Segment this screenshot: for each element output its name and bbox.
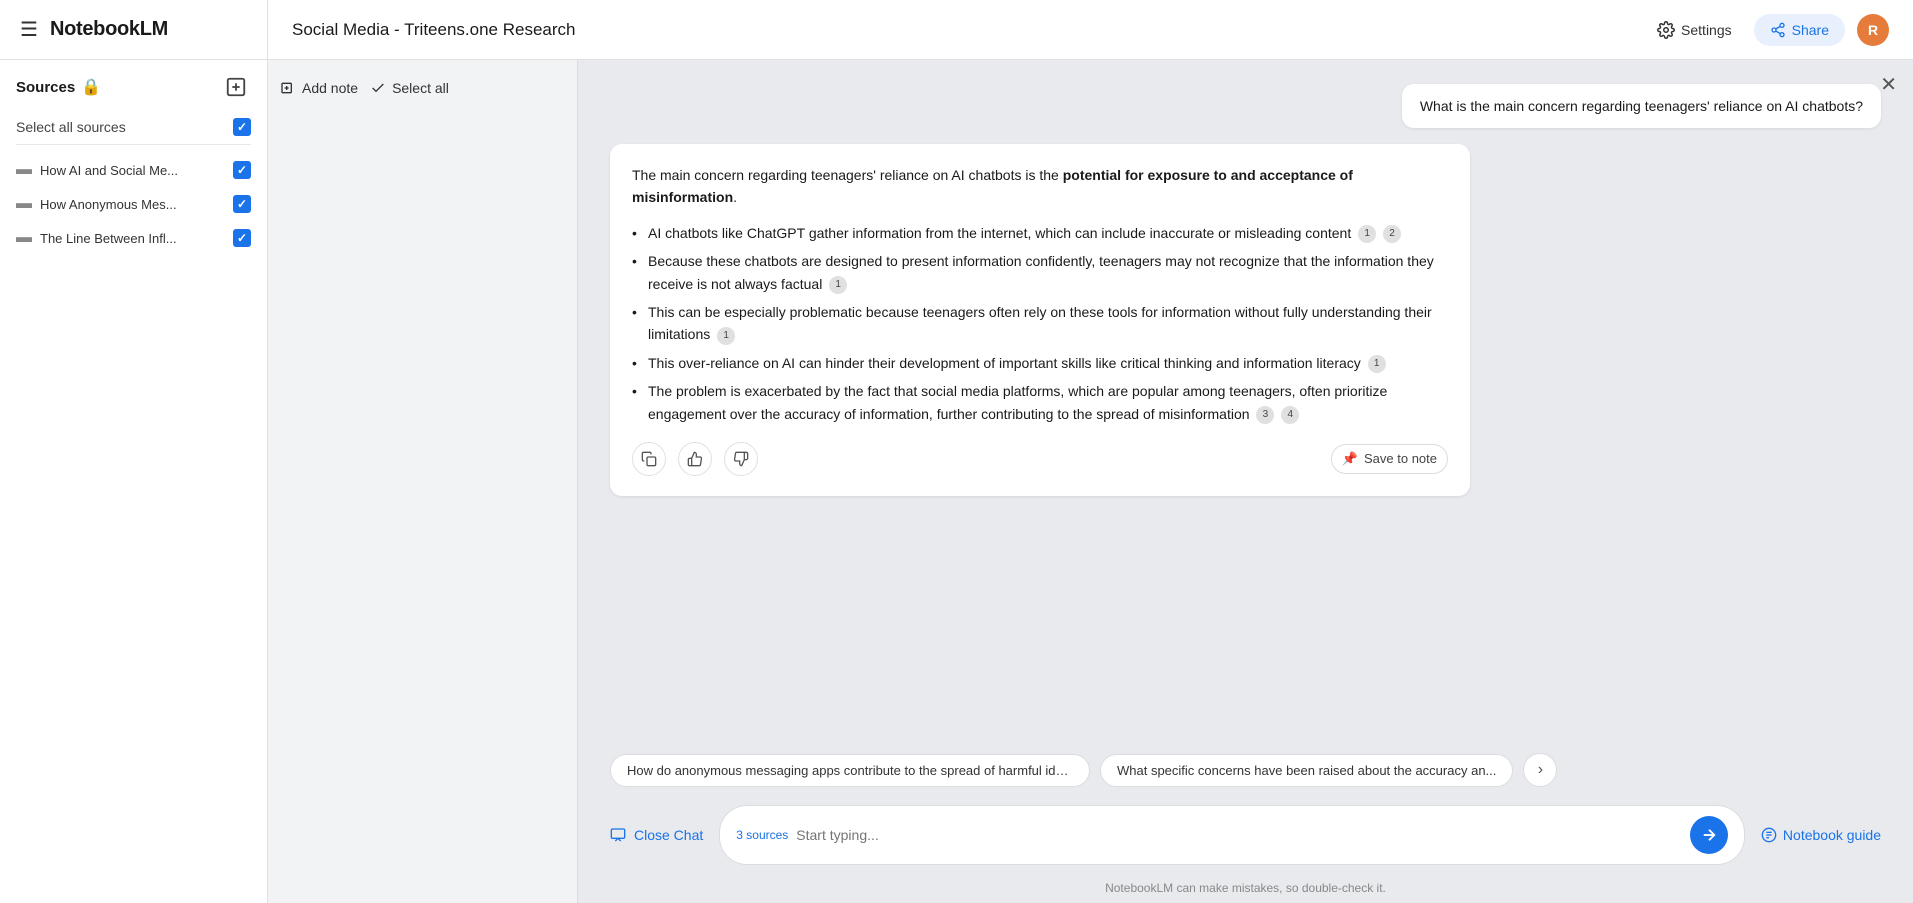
citation-3[interactable]: 1	[829, 276, 847, 294]
source-checkbox-1[interactable]	[233, 161, 251, 179]
document-icon-2: ▬	[16, 195, 32, 213]
send-button[interactable]	[1690, 816, 1728, 854]
user-message: What is the main concern regarding teena…	[1402, 84, 1881, 128]
chat-input[interactable]	[796, 827, 1682, 843]
save-to-note-label: Save to note	[1364, 451, 1437, 466]
sources-header: Sources 🔒	[16, 72, 251, 102]
add-note-button[interactable]: Add note	[280, 80, 358, 96]
source-name-3[interactable]: The Line Between Infl...	[40, 231, 177, 246]
copy-button[interactable]	[632, 442, 666, 476]
notes-toolbar: Add note Select all	[280, 72, 565, 104]
share-label: Share	[1792, 22, 1829, 38]
bullet-4: This over-reliance on AI can hinder thei…	[632, 349, 1448, 377]
settings-label: Settings	[1681, 22, 1732, 38]
close-button[interactable]: ✕	[1880, 72, 1897, 97]
thumbs-down-button[interactable]	[724, 442, 758, 476]
thumbs-up-button[interactable]	[678, 442, 712, 476]
add-source-button[interactable]	[221, 72, 251, 102]
bullet-5: The problem is exacerbated by the fact t…	[632, 377, 1448, 428]
source-name-2[interactable]: How Anonymous Mes...	[40, 197, 177, 212]
pin-icon: 📌	[1342, 451, 1358, 467]
top-bar: ☰ NotebookLM	[0, 0, 267, 60]
citation-7[interactable]: 4	[1281, 406, 1299, 424]
document-icon-3: ▬	[16, 229, 32, 247]
source-name-1[interactable]: How AI and Social Me...	[40, 163, 178, 178]
action-icons	[632, 442, 758, 476]
document-icon-1: ▬	[16, 161, 32, 179]
app-title: NotebookLM	[50, 18, 168, 41]
suggestion-chip-1[interactable]: How do anonymous messaging apps contribu…	[610, 754, 1090, 787]
hamburger-icon[interactable]: ☰	[16, 13, 42, 46]
notes-panel: Add note Select all	[268, 60, 578, 903]
ai-response-intro: The main concern regarding teenagers' re…	[632, 164, 1448, 209]
notebook-title: Social Media - Triteens.one Research	[292, 20, 575, 40]
close-chat-button[interactable]: Close Chat	[610, 827, 703, 843]
suggestions-arrow-button[interactable]: ›	[1523, 753, 1557, 787]
source-checkbox-3[interactable]	[233, 229, 251, 247]
disclaimer: NotebookLM can make mistakes, so double-…	[578, 877, 1913, 903]
bullet-2: Because these chatbots are designed to p…	[632, 247, 1448, 298]
bullet-3: This can be especially problematic becau…	[632, 298, 1448, 349]
ai-response-bold: potential for exposure to and acceptance…	[632, 167, 1353, 205]
ai-message: The main concern regarding teenagers' re…	[610, 144, 1470, 496]
ai-response-bullets: AI chatbots like ChatGPT gather informat…	[632, 219, 1448, 428]
select-all-row[interactable]: Select all sources	[16, 110, 251, 145]
citation-1[interactable]: 1	[1358, 225, 1376, 243]
close-chat-label: Close Chat	[634, 827, 703, 843]
save-to-note-button[interactable]: 📌 Save to note	[1331, 444, 1448, 474]
citation-4[interactable]: 1	[717, 327, 735, 345]
source-item-3: ▬ The Line Between Infl...	[16, 221, 251, 255]
citation-5[interactable]: 1	[1368, 355, 1386, 373]
settings-button[interactable]: Settings	[1647, 15, 1742, 45]
shield-icon: 🔒	[81, 77, 101, 97]
source-checkbox-2[interactable]	[233, 195, 251, 213]
select-all-notes-button[interactable]: Select all	[370, 80, 449, 96]
chat-panel: ✕ What is the main concern regarding tee…	[578, 60, 1913, 903]
suggestion-chip-2[interactable]: What specific concerns have been raised …	[1100, 754, 1513, 787]
citation-2[interactable]: 2	[1383, 225, 1401, 243]
input-container: 3 sources	[719, 805, 1745, 865]
main: Social Media - Triteens.one Research Set…	[268, 0, 1913, 903]
chat-input-area: Close Chat 3 sources	[578, 797, 1913, 877]
sources-count-badge: 3 sources	[736, 828, 788, 842]
select-all-notes-label: Select all	[392, 80, 449, 96]
citation-6[interactable]: 3	[1256, 406, 1274, 424]
sidebar: ☰ NotebookLM Sources 🔒 Select all source…	[0, 0, 268, 903]
select-all-checkbox[interactable]	[233, 118, 251, 136]
bullet-1: AI chatbots like ChatGPT gather informat…	[632, 219, 1448, 247]
share-button[interactable]: Share	[1754, 14, 1845, 46]
main-header: Social Media - Triteens.one Research Set…	[268, 0, 1913, 60]
notebook-guide-label: Notebook guide	[1783, 827, 1881, 843]
user-question-text: What is the main concern regarding teena…	[1420, 98, 1863, 114]
ai-message-actions: 📌 Save to note	[632, 442, 1448, 476]
user-avatar[interactable]: R	[1857, 14, 1889, 46]
header-actions: Settings Share R	[1647, 14, 1889, 46]
notebook-guide-button[interactable]: Notebook guide	[1761, 827, 1881, 843]
select-all-label: Select all sources	[16, 119, 126, 135]
chat-messages: ✕ What is the main concern regarding tee…	[578, 60, 1913, 743]
sources-title-row: Sources 🔒	[16, 77, 101, 97]
sources-title: Sources	[16, 79, 75, 96]
sidebar-content: Sources 🔒 Select all sources ▬ How AI an…	[0, 60, 267, 903]
notebook-area: Add note Select all ✕ What is the main c…	[268, 60, 1913, 903]
source-item-1: ▬ How AI and Social Me...	[16, 153, 251, 187]
add-note-label: Add note	[302, 80, 358, 96]
suggestions-bar: How do anonymous messaging apps contribu…	[578, 743, 1913, 797]
source-item-2: ▬ How Anonymous Mes...	[16, 187, 251, 221]
